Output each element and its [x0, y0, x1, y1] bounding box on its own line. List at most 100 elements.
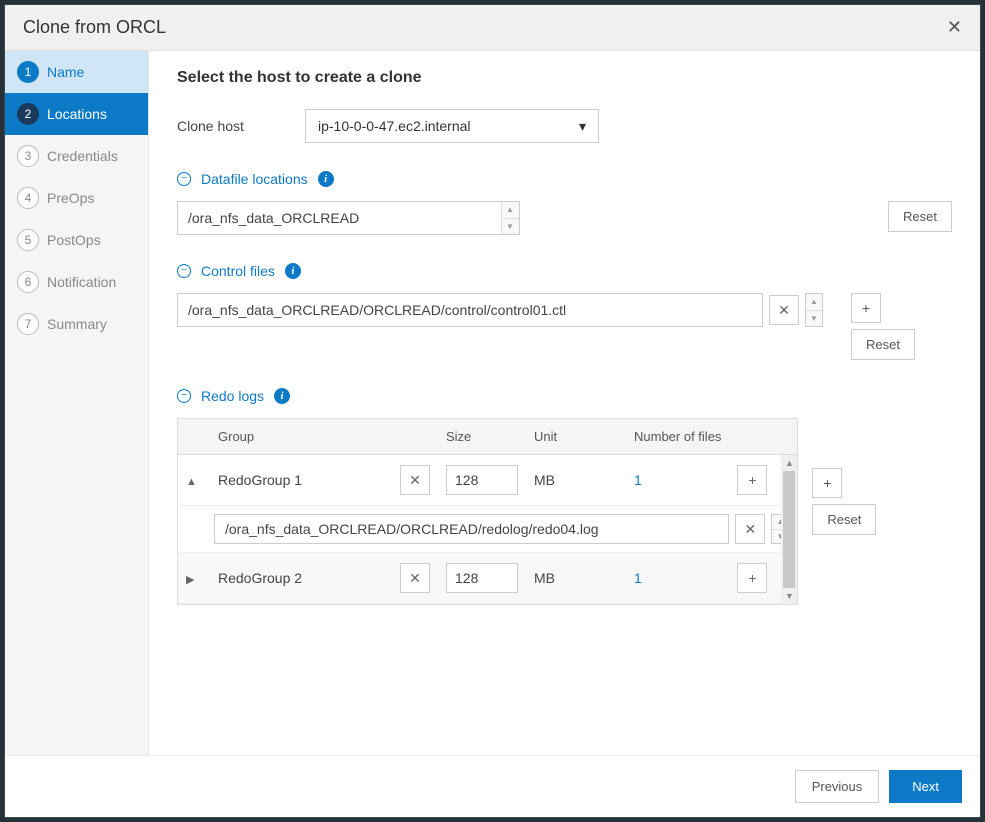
spinner-down-icon[interactable]: ▼: [806, 311, 822, 327]
wizard-sidebar: 1 Name 2 Locations 3 Credentials 4 PreOp…: [5, 51, 149, 755]
datafile-reset-button[interactable]: Reset: [888, 201, 952, 232]
clone-modal: Clone from ORCL ✕ 1 Name 2 Locations 3 C…: [4, 4, 981, 818]
control-add-button[interactable]: +: [851, 293, 881, 323]
cell-group: RedoGroup 2: [210, 560, 392, 596]
clone-host-value: ip-10-0-0-47.ec2.internal: [318, 118, 471, 134]
step-num: 3: [17, 145, 39, 167]
table-scrollbar[interactable]: ▲ ▼: [781, 455, 797, 604]
cell-group: RedoGroup 1: [210, 462, 392, 498]
step-label: PostOps: [47, 232, 101, 248]
modal-footer: Previous Next: [5, 755, 980, 817]
datafile-spinner: ▲ ▼: [501, 202, 519, 234]
spinner-down-icon[interactable]: ▼: [502, 219, 519, 235]
next-button[interactable]: Next: [889, 770, 962, 803]
col-num: Number of files: [626, 419, 729, 454]
scroll-thumb[interactable]: [783, 471, 795, 588]
size-input[interactable]: [446, 465, 518, 495]
datafile-input[interactable]: [178, 202, 501, 234]
clone-host-dropdown[interactable]: ip-10-0-0-47.ec2.internal ▾: [305, 109, 599, 143]
step-label: Summary: [47, 316, 107, 332]
step-label: Locations: [47, 106, 107, 122]
info-icon[interactable]: i: [274, 388, 290, 404]
size-input[interactable]: [446, 563, 518, 593]
close-icon[interactable]: ✕: [947, 17, 962, 38]
step-num: 5: [17, 229, 39, 251]
modal-header: Clone from ORCL ✕: [5, 5, 980, 51]
caret-down-icon: ▾: [579, 118, 586, 135]
collapse-icon: −: [177, 172, 191, 186]
step-postops[interactable]: 5 PostOps: [5, 219, 148, 261]
section-label: Control files: [201, 263, 275, 279]
path-delete-button[interactable]: ✕: [735, 514, 765, 544]
cell-unit: MB: [526, 560, 626, 596]
col-group: Group: [210, 419, 392, 454]
content-area: Select the host to create a clone Clone …: [149, 51, 980, 755]
spinner-up-icon[interactable]: ▲: [806, 294, 822, 311]
modal-title: Clone from ORCL: [23, 17, 166, 38]
expand-toggle-icon[interactable]: ▶: [186, 574, 194, 586]
redo-side-buttons: + Reset: [812, 468, 876, 535]
step-locations[interactable]: 2 Locations: [5, 93, 148, 135]
redo-reset-button[interactable]: Reset: [812, 504, 876, 535]
control-spinner: ▲ ▼: [805, 293, 823, 327]
numfiles-link[interactable]: 1: [634, 570, 642, 586]
step-label: Notification: [47, 274, 116, 290]
clone-host-row: Clone host ip-10-0-0-47.ec2.internal ▾: [177, 109, 952, 143]
step-num: 2: [17, 103, 39, 125]
redo-tbody: ▲ RedoGroup 1 ✕ MB 1 + ✕: [178, 455, 797, 604]
step-preops[interactable]: 4 PreOps: [5, 177, 148, 219]
row-delete-button[interactable]: ✕: [400, 563, 430, 593]
step-label: PreOps: [47, 190, 94, 206]
control-section-header[interactable]: − Control files i: [177, 263, 952, 279]
page-title: Select the host to create a clone: [177, 69, 952, 87]
scroll-up-icon[interactable]: ▲: [781, 455, 797, 471]
step-notification[interactable]: 6 Notification: [5, 261, 148, 303]
datafile-row: ▲ ▼ Reset: [177, 201, 952, 235]
datafile-input-wrap: ▲ ▼: [177, 201, 520, 235]
section-label: Redo logs: [201, 388, 264, 404]
step-num: 7: [17, 313, 39, 335]
clone-host-label: Clone host: [177, 118, 305, 134]
control-reset-button[interactable]: Reset: [851, 329, 915, 360]
step-num: 6: [17, 271, 39, 293]
datafile-section-header[interactable]: − Datafile locations i: [177, 171, 952, 187]
step-credentials[interactable]: 3 Credentials: [5, 135, 148, 177]
section-label: Datafile locations: [201, 171, 308, 187]
col-unit: Unit: [526, 419, 626, 454]
step-num: 1: [17, 61, 39, 83]
redo-add-button[interactable]: +: [812, 468, 842, 498]
table-row: ▶ RedoGroup 2 ✕ MB 1 +: [178, 553, 797, 604]
expand-toggle-icon[interactable]: ▲: [186, 476, 197, 488]
modal-body: 1 Name 2 Locations 3 Credentials 4 PreOp…: [5, 51, 980, 755]
scroll-down-icon[interactable]: ▼: [781, 588, 797, 604]
redo-section-header[interactable]: − Redo logs i: [177, 388, 952, 404]
collapse-icon: −: [177, 264, 191, 278]
step-summary[interactable]: 7 Summary: [5, 303, 148, 345]
redo-row: Group Size Unit Number of files ▲ RedoGr…: [177, 418, 952, 605]
redo-path-row: ✕ ▲ ▼: [178, 506, 797, 553]
info-icon[interactable]: i: [318, 171, 334, 187]
info-icon[interactable]: i: [285, 263, 301, 279]
control-input-wrap: [177, 293, 763, 327]
row-add-button[interactable]: +: [737, 465, 767, 495]
spinner-up-icon[interactable]: ▲: [502, 202, 519, 219]
control-side-buttons: + Reset: [851, 293, 915, 360]
numfiles-link[interactable]: 1: [634, 472, 642, 488]
control-input[interactable]: [178, 294, 762, 326]
collapse-icon: −: [177, 389, 191, 403]
col-size: Size: [438, 419, 526, 454]
control-row: ✕ ▲ ▼ + Reset: [177, 293, 952, 360]
table-row: ▲ RedoGroup 1 ✕ MB 1 +: [178, 455, 797, 506]
step-name[interactable]: 1 Name: [5, 51, 148, 93]
redo-thead: Group Size Unit Number of files: [178, 419, 797, 455]
previous-button[interactable]: Previous: [795, 770, 880, 803]
step-label: Name: [47, 64, 84, 80]
row-delete-button[interactable]: ✕: [400, 465, 430, 495]
step-num: 4: [17, 187, 39, 209]
row-add-button[interactable]: +: [737, 563, 767, 593]
redo-path-input[interactable]: [214, 514, 729, 544]
cell-unit: MB: [526, 462, 626, 498]
redo-table: Group Size Unit Number of files ▲ RedoGr…: [177, 418, 798, 605]
step-label: Credentials: [47, 148, 118, 164]
control-delete-button[interactable]: ✕: [769, 295, 799, 325]
